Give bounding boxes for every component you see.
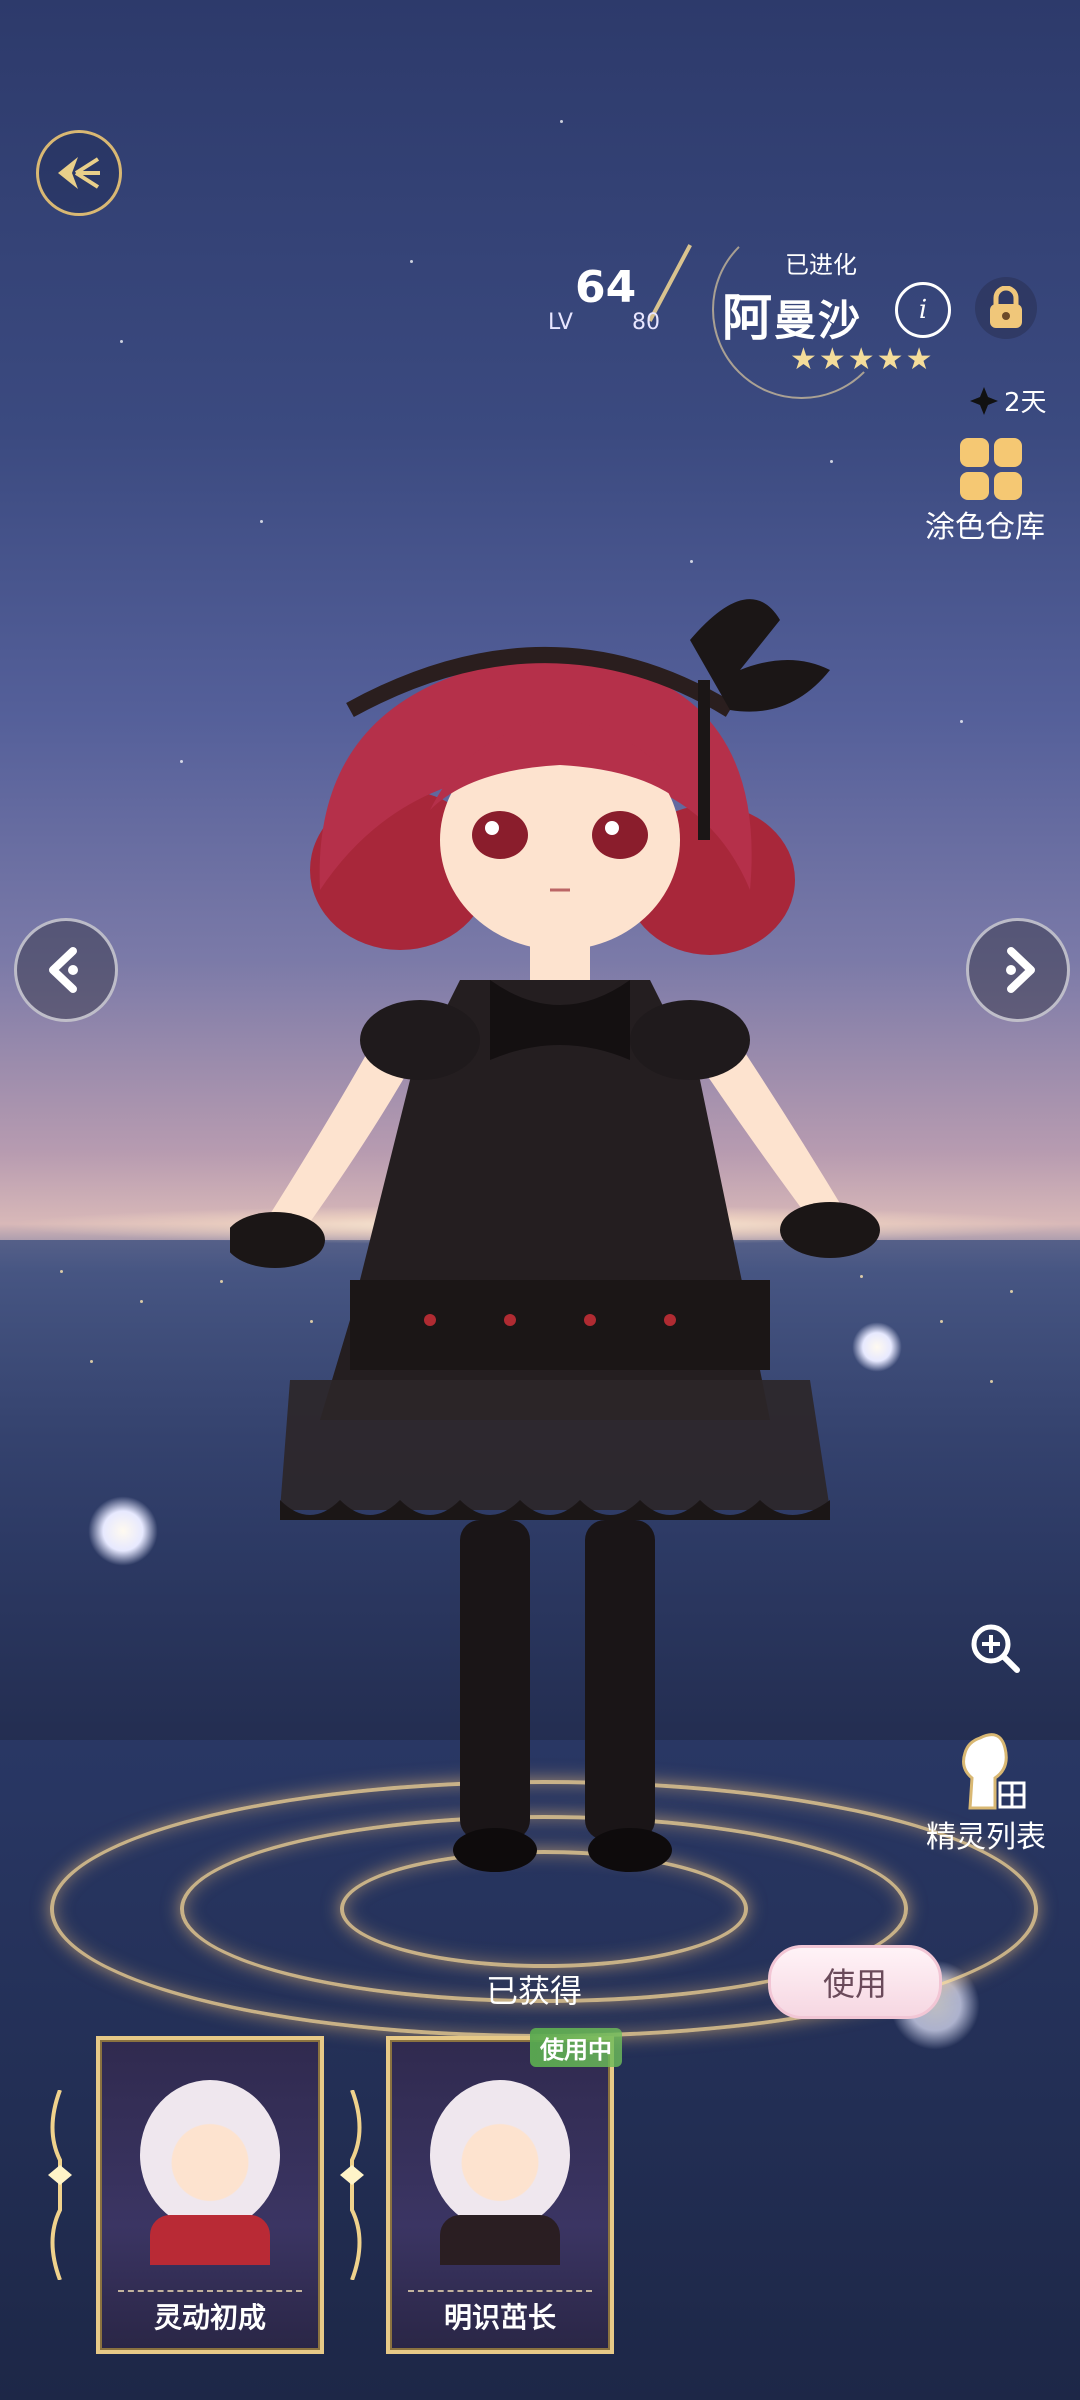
costume-card-2[interactable]: 明识茁长 (386, 2036, 614, 2354)
costume-1-outfit (150, 2215, 270, 2265)
color-warehouse-label[interactable]: 涂色仓库 (925, 502, 1045, 546)
chevron-left-icon (49, 947, 78, 993)
evolution-status: 已进化 (785, 251, 857, 279)
edit-name-button[interactable]: i (895, 282, 951, 338)
back-button[interactable] (36, 130, 122, 216)
chevron-right-icon (1006, 947, 1035, 993)
edit-icon: i (918, 295, 928, 325)
card-divider (118, 2290, 302, 2292)
glow-orb (88, 1496, 158, 1566)
spirit-list-icon[interactable] (950, 1728, 1030, 1818)
level-value: 64 (575, 262, 637, 313)
costume-card-2-label: 明识茁长 (443, 2301, 556, 2334)
gold-flourish-left (48, 2090, 72, 2280)
next-character-button[interactable] (966, 918, 1070, 1022)
character-name-rest: 曼沙 (774, 296, 863, 345)
card-divider (408, 2290, 592, 2292)
costume-2-portrait (430, 2080, 570, 2230)
zoom-button[interactable] (963, 1616, 1027, 1680)
diamond-icon (970, 386, 998, 415)
costume-1-portrait (140, 2080, 280, 2230)
costume-2-outfit (440, 2215, 560, 2265)
zoom-in-icon (971, 1624, 1020, 1673)
timer-label: 2天 (1004, 388, 1047, 418)
lock-button[interactable] (975, 277, 1037, 339)
previous-character-button[interactable] (14, 918, 118, 1022)
back-icon (58, 157, 100, 189)
character-name-first: 阿 (722, 289, 774, 347)
level-prefix: LV (548, 310, 573, 335)
timer: 2天 (968, 382, 1047, 419)
spirit-list-label[interactable]: 精灵列表 (926, 1812, 1046, 1856)
use-button[interactable]: 使用 (768, 1945, 942, 2019)
star-rating: ★★★★★ (790, 342, 935, 377)
in-use-badge: 使用中 (530, 2028, 622, 2067)
costume-card-1[interactable]: 灵动初成 (96, 2036, 324, 2354)
costume-card-1-label: 灵动初成 (153, 2301, 266, 2334)
palette-icon[interactable] (960, 438, 1022, 500)
lock-icon (990, 286, 1022, 328)
level-max: 80 (632, 310, 660, 335)
character-model (230, 599, 880, 1872)
character-name: 阿曼沙 (722, 278, 862, 350)
obtained-label: 已获得 (486, 1972, 583, 2010)
gold-flourish-middle (340, 2090, 364, 2280)
